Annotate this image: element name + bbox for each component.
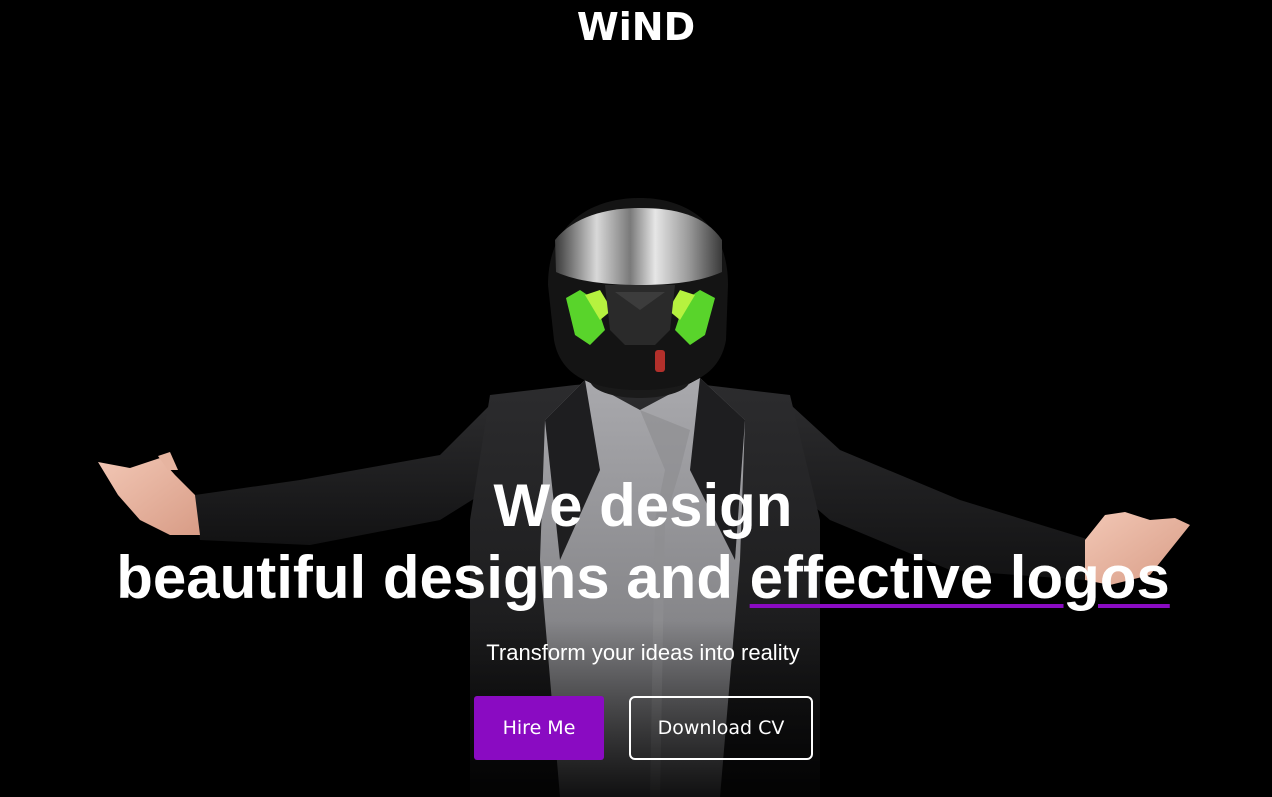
headline-line-2: beautiful designs and effective logos — [0, 542, 1272, 614]
hero-headline: We design beautiful designs and effectiv… — [0, 470, 1272, 614]
headline-highlight: effective logos — [749, 544, 1170, 611]
download-cv-button[interactable]: Download CV — [629, 696, 813, 760]
headline-line-2-prefix: beautiful designs and — [116, 544, 750, 611]
hero-tagline: Transform your ideas into reality — [486, 640, 800, 665]
hero-person-image — [0, 198, 1272, 797]
hire-me-button[interactable]: Hire Me — [474, 696, 604, 760]
brand-logo[interactable]: WiND — [0, 4, 1272, 50]
headline-line-1: We design — [493, 472, 793, 539]
